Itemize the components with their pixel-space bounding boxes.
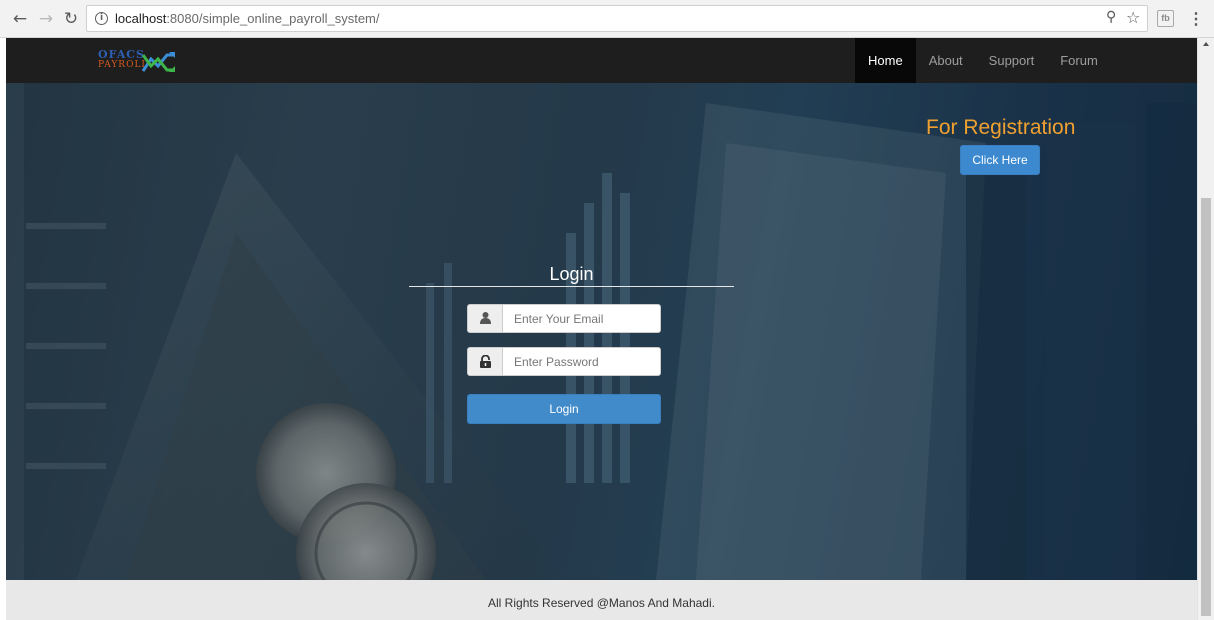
logo-text-ofacs: OFACS bbox=[98, 48, 145, 61]
password-input-group bbox=[467, 347, 661, 376]
main-nav: Home About Support Forum bbox=[855, 38, 1111, 83]
page-footer: All Rights Reserved @Manos And Mahadi. bbox=[6, 580, 1197, 620]
nav-support[interactable]: Support bbox=[976, 38, 1048, 83]
nav-about[interactable]: About bbox=[916, 38, 976, 83]
browser-menu-icon[interactable]: ⋮ bbox=[1188, 9, 1204, 29]
back-button[interactable]: ← bbox=[10, 9, 30, 29]
url-host: localhost bbox=[115, 11, 167, 26]
nav-forum[interactable]: Forum bbox=[1047, 38, 1111, 83]
logo-text-payroll: PAYROLL bbox=[98, 60, 149, 70]
email-input[interactable] bbox=[504, 305, 660, 332]
scroll-up-arrow-icon[interactable] bbox=[1203, 42, 1209, 46]
bookmark-star-icon[interactable]: ☆ bbox=[1126, 8, 1140, 27]
user-icon bbox=[468, 305, 503, 332]
registration-title: For Registration bbox=[926, 116, 1076, 139]
login-divider bbox=[409, 286, 734, 287]
key-icon[interactable]: ⚲ bbox=[1106, 9, 1116, 25]
login-button[interactable]: Login bbox=[467, 394, 661, 424]
password-input[interactable] bbox=[504, 348, 660, 375]
address-bar[interactable]: i localhost:8080/simple_online_payroll_s… bbox=[86, 5, 1148, 32]
forward-button[interactable]: → bbox=[36, 9, 56, 29]
registration-button[interactable]: Click Here bbox=[960, 145, 1040, 175]
extension-icon[interactable]: fb bbox=[1157, 10, 1174, 27]
nav-home[interactable]: Home bbox=[855, 38, 916, 83]
site-logo[interactable]: OFACS PAYROLL bbox=[98, 48, 175, 72]
hero-background: For Registration Click Here Login Login bbox=[6, 83, 1197, 580]
browser-toolbar: ← → ↻ i localhost:8080/simple_online_pay… bbox=[0, 0, 1214, 38]
url-text[interactable]: localhost:8080/simple_online_payroll_sys… bbox=[115, 11, 380, 26]
lock-icon bbox=[468, 348, 503, 375]
info-icon[interactable]: i bbox=[95, 12, 108, 25]
url-path: :8080/simple_online_payroll_system/ bbox=[166, 11, 380, 26]
logo-chart-icon bbox=[142, 52, 175, 72]
vertical-scrollbar[interactable] bbox=[1197, 38, 1214, 620]
footer-text: All Rights Reserved @Manos And Mahadi. bbox=[488, 596, 715, 610]
login-title: Login bbox=[549, 264, 594, 284]
reload-button[interactable]: ↻ bbox=[61, 9, 81, 29]
email-input-group bbox=[467, 304, 661, 333]
scroll-thumb[interactable] bbox=[1201, 198, 1211, 616]
top-navbar: OFACS PAYROLL Home About Support Forum bbox=[6, 38, 1197, 83]
page-viewport: OFACS PAYROLL Home About Support Forum F… bbox=[0, 38, 1197, 620]
